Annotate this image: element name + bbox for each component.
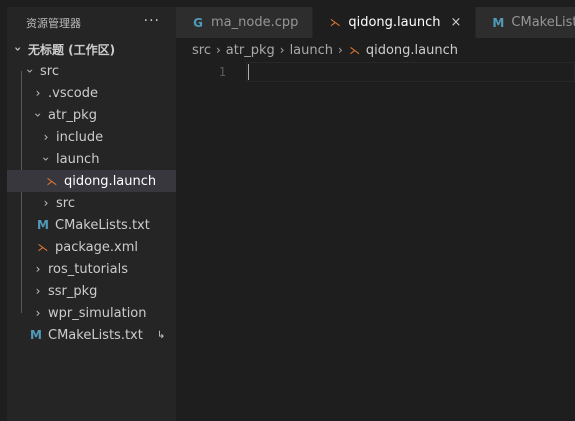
breadcrumb-item[interactable]: qidong.launch: [366, 43, 458, 58]
rss-file-icon: ⋋: [37, 240, 49, 254]
tab-label: CMakeLists.txt: [511, 15, 575, 30]
chevron-right-icon: ›: [279, 43, 285, 57]
cmake-file-icon: M: [30, 328, 42, 342]
tree-item-label: atr_pkg: [48, 107, 97, 123]
chevron-down-icon: ›: [31, 112, 45, 118]
explorer-sidebar: 资源管理器 ··· › 无标题 (工作区) › src › .vscode › …: [7, 7, 176, 421]
explorer-header: 资源管理器 ···: [7, 7, 176, 38]
breadcrumb-item[interactable]: launch: [290, 43, 333, 58]
chevron-right-icon: ›: [35, 306, 41, 320]
chevron-down-icon: ›: [39, 156, 53, 162]
chevron-right-icon: ›: [215, 43, 221, 57]
tree-item-label: CMakeLists.txt: [55, 217, 150, 233]
chevron-right-icon: ›: [35, 262, 41, 276]
cmake-file-icon: M: [492, 15, 505, 30]
cmake-file-icon: M: [37, 218, 49, 232]
chevron-right-icon: ›: [43, 130, 49, 144]
rss-file-icon: ⋋: [329, 16, 341, 29]
tree-item-label: include: [56, 129, 104, 145]
chevron-down-icon: ›: [11, 46, 25, 52]
text-cursor: [248, 64, 249, 80]
symlink-icon: ↳: [156, 329, 166, 341]
editor-group: G ma_node.cpp ⋋ qidong.launch × M CMakeL…: [176, 7, 575, 421]
breadcrumb: src › atr_pkg › launch › ⋋ qidong.launch: [176, 38, 575, 62]
tree-folder-launch[interactable]: › launch: [7, 148, 176, 170]
tree-item-label: qidong.launch: [64, 173, 157, 189]
tree-folder-atr-pkg[interactable]: › atr_pkg: [7, 104, 176, 126]
rss-file-icon: ⋋: [349, 43, 361, 57]
tree-item-label: launch: [56, 151, 100, 167]
tab-label: qidong.launch: [348, 15, 441, 30]
tab-label: ma_node.cpp: [211, 15, 299, 30]
chevron-down-icon: ›: [23, 68, 37, 74]
more-actions-icon[interactable]: ···: [144, 13, 160, 29]
tree-item-label: wpr_simulation: [48, 305, 147, 321]
tree-folder-wpr-simulation[interactable]: › wpr_simulation: [7, 302, 176, 324]
code-editor[interactable]: 1: [176, 62, 575, 82]
tree-file-qidong-launch[interactable]: ⋋ qidong.launch: [7, 170, 176, 192]
tree-item-label: package.xml: [55, 239, 138, 255]
chevron-right-icon: ›: [35, 284, 41, 298]
tree-folder-src[interactable]: › src: [7, 60, 176, 82]
line-number: 1: [218, 65, 226, 79]
tab-cmakelists[interactable]: M CMakeLists.txt: [476, 7, 575, 38]
tree-folder-ssr-pkg[interactable]: › ssr_pkg: [7, 280, 176, 302]
tree-file-package-xml[interactable]: ⋋ package.xml: [7, 236, 176, 258]
tree-file-root-cmakelists[interactable]: M CMakeLists.txt ↳: [7, 324, 176, 346]
tree-folder-include[interactable]: › include: [7, 126, 176, 148]
chevron-right-icon: ›: [338, 43, 343, 57]
breadcrumb-item[interactable]: src: [192, 43, 211, 58]
tree-item-label: .vscode: [48, 85, 98, 101]
file-tree: › 无标题 (工作区) › src › .vscode › atr_pkg › …: [7, 38, 176, 346]
tree-item-label: CMakeLists.txt: [48, 327, 143, 343]
tree-item-label: ros_tutorials: [48, 261, 128, 277]
tree-item-label: src: [56, 195, 75, 211]
tree-file-cmakelists[interactable]: M CMakeLists.txt: [7, 214, 176, 236]
rss-file-icon: ⋋: [46, 174, 58, 188]
tree-item-label: ssr_pkg: [48, 283, 98, 299]
explorer-title: 资源管理器: [26, 16, 81, 30]
workspace-folder[interactable]: › 无标题 (工作区): [7, 38, 176, 60]
tab-ma-node-cpp[interactable]: G ma_node.cpp: [176, 7, 314, 38]
tab-bar: G ma_node.cpp ⋋ qidong.launch × M CMakeL…: [176, 7, 575, 38]
close-icon[interactable]: ×: [451, 15, 462, 30]
current-line-highlight: [246, 62, 575, 82]
tree-folder-ros-tutorials[interactable]: › ros_tutorials: [7, 258, 176, 280]
cpp-file-icon: G: [193, 15, 203, 30]
tree-folder-vscode[interactable]: › .vscode: [7, 82, 176, 104]
chevron-right-icon: ›: [43, 196, 49, 210]
tree-item-label: src: [40, 63, 59, 79]
breadcrumb-item[interactable]: atr_pkg: [226, 43, 275, 58]
chevron-right-icon: ›: [35, 86, 41, 100]
workspace-label: 无标题 (工作区): [28, 42, 116, 57]
tree-folder-src-inner[interactable]: › src: [7, 192, 176, 214]
tab-qidong-launch[interactable]: ⋋ qidong.launch ×: [313, 7, 477, 38]
